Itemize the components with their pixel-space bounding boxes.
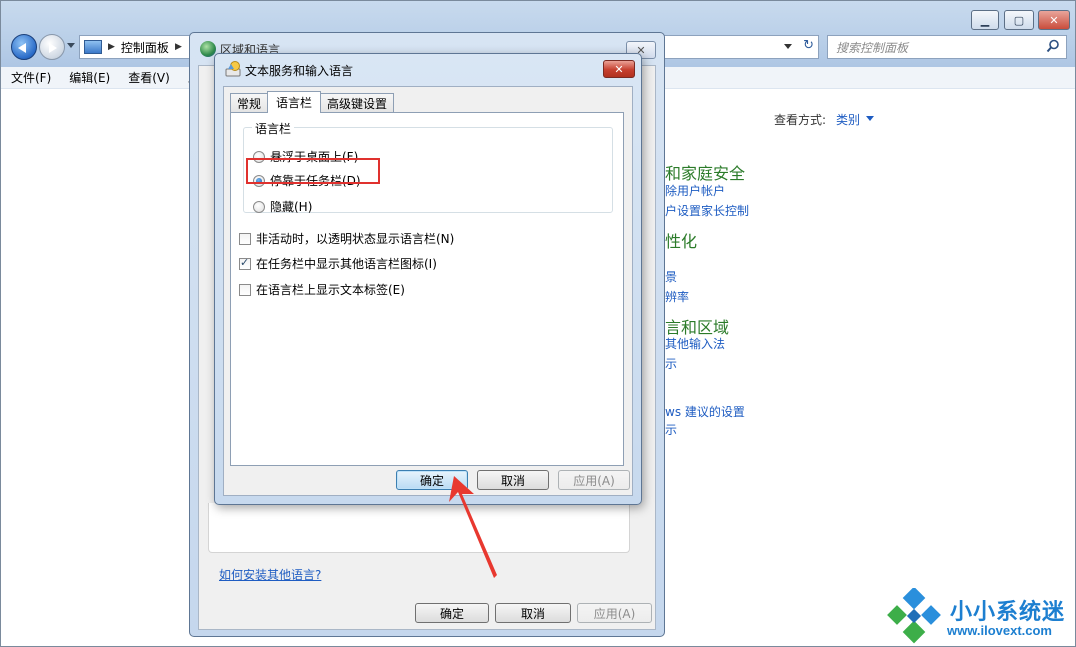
breadcrumb-chevron-icon[interactable]: ▶ — [108, 42, 115, 52]
tab-general[interactable]: 常规 — [230, 93, 269, 113]
checkbox[interactable] — [239, 256, 251, 270]
ok-button[interactable]: 确定 — [415, 603, 489, 623]
radio-hidden[interactable]: 隐藏(H) — [253, 198, 312, 215]
radio-label: 隐藏(H) — [270, 200, 313, 214]
view-by-dropdown[interactable]: 类别 — [836, 111, 875, 128]
menu-view[interactable]: 查看(V) — [128, 69, 170, 86]
cancel-button[interactable]: 取消 — [495, 603, 571, 623]
dialog-title: 文本服务和输入语言 — [245, 64, 354, 78]
checkbox-transparent[interactable]: 非活动时，以透明状态显示语言栏(N) — [239, 230, 454, 247]
dialog-buttons: 确定 取消 应用(A) — [224, 470, 634, 492]
category-link[interactable]: 户设置家长控制 — [665, 202, 749, 219]
category-link[interactable]: ws 建议的设置 — [665, 403, 745, 420]
checkbox-label: 非活动时，以透明状态显示语言栏(N) — [256, 232, 455, 246]
cancel-button[interactable]: 取消 — [477, 470, 549, 490]
watermark-logo-icon — [887, 588, 941, 644]
apply-button[interactable]: 应用(A) — [577, 603, 652, 623]
menu-edit[interactable]: 编辑(E) — [69, 69, 110, 86]
apply-button[interactable]: 应用(A) — [558, 470, 630, 490]
category-heading[interactable]: 和家庭安全 — [665, 160, 745, 184]
control-panel-icon — [84, 40, 102, 54]
category-link[interactable]: 辨率 — [665, 288, 689, 305]
category-link[interactable]: 其他输入法 — [665, 335, 725, 352]
category-link[interactable]: 景 — [665, 268, 677, 285]
dialog-buttons: 确定 取消 应用(A) — [190, 603, 666, 629]
search-input[interactable]: 搜索控制面板 — [827, 35, 1067, 59]
refresh-icon[interactable]: ↻ — [803, 38, 814, 53]
install-language-link[interactable]: 如何安装其他语言? — [219, 566, 321, 583]
checkbox-show-icons[interactable]: 在任务栏中显示其他语言栏图标(I) — [239, 255, 437, 272]
ok-button[interactable]: 确定 — [396, 470, 468, 490]
breadcrumb-chevron-icon[interactable]: ▶ — [175, 42, 182, 52]
forward-arrow-icon[interactable] — [39, 34, 65, 60]
chevron-down-icon — [866, 116, 875, 125]
minimize-button[interactable]: ▁ — [971, 10, 999, 30]
view-by-label: 查看方式: — [774, 113, 827, 127]
text-services-dialog: 文本服务和输入语言 ✕ 常规 语言栏 高级键设置 语言栏 悬浮于桌面上(F) 停… — [214, 53, 642, 505]
history-dropdown-icon[interactable] — [67, 43, 75, 52]
keyboard-globe-icon — [225, 61, 241, 77]
breadcrumb-control-panel[interactable]: 控制面板 — [121, 39, 169, 56]
search-icon[interactable] — [1046, 39, 1060, 53]
checkbox-label: 在任务栏中显示其他语言栏图标(I) — [256, 257, 437, 271]
watermark-url: www.ilovext.com — [947, 623, 1052, 638]
maximize-button[interactable]: ▢ — [1004, 10, 1034, 30]
watermark-title: 小小系统迷 — [950, 600, 1066, 625]
tab-advanced-key-settings[interactable]: 高级键设置 — [320, 93, 395, 113]
category-link[interactable]: 除用户帐户 — [665, 182, 725, 199]
group-panel — [208, 503, 630, 553]
category-link[interactable]: 示 — [665, 421, 677, 438]
dialog-body: 常规 语言栏 高级键设置 语言栏 悬浮于桌面上(F) 停靠于任务栏(D) 隐藏(… — [223, 86, 633, 496]
search-placeholder: 搜索控制面板 — [836, 40, 909, 55]
checkbox[interactable] — [239, 283, 251, 296]
close-button[interactable]: ✕ — [1038, 10, 1070, 30]
checkbox-text-labels[interactable]: 在语言栏上显示文本标签(E) — [239, 281, 405, 298]
menu-file[interactable]: 文件(F) — [11, 69, 51, 86]
view-by: 查看方式: 类别 — [774, 111, 875, 128]
category-link[interactable]: 示 — [665, 355, 677, 372]
close-button[interactable]: ✕ — [603, 60, 635, 78]
group-label: 语言栏 — [252, 120, 295, 137]
category-heading[interactable]: 性化 — [665, 228, 697, 252]
radio-button[interactable] — [253, 200, 265, 213]
checkbox[interactable] — [239, 232, 251, 245]
tab-language-bar[interactable]: 语言栏 — [267, 91, 322, 113]
address-dropdown-icon[interactable] — [784, 44, 792, 53]
checkbox-label: 在语言栏上显示文本标签(E) — [256, 283, 405, 297]
globe-icon — [200, 41, 216, 57]
annotation-highlight-box — [246, 158, 380, 184]
tab-strip: 常规 语言栏 高级键设置 — [230, 91, 395, 113]
back-arrow-icon[interactable] — [11, 34, 37, 60]
